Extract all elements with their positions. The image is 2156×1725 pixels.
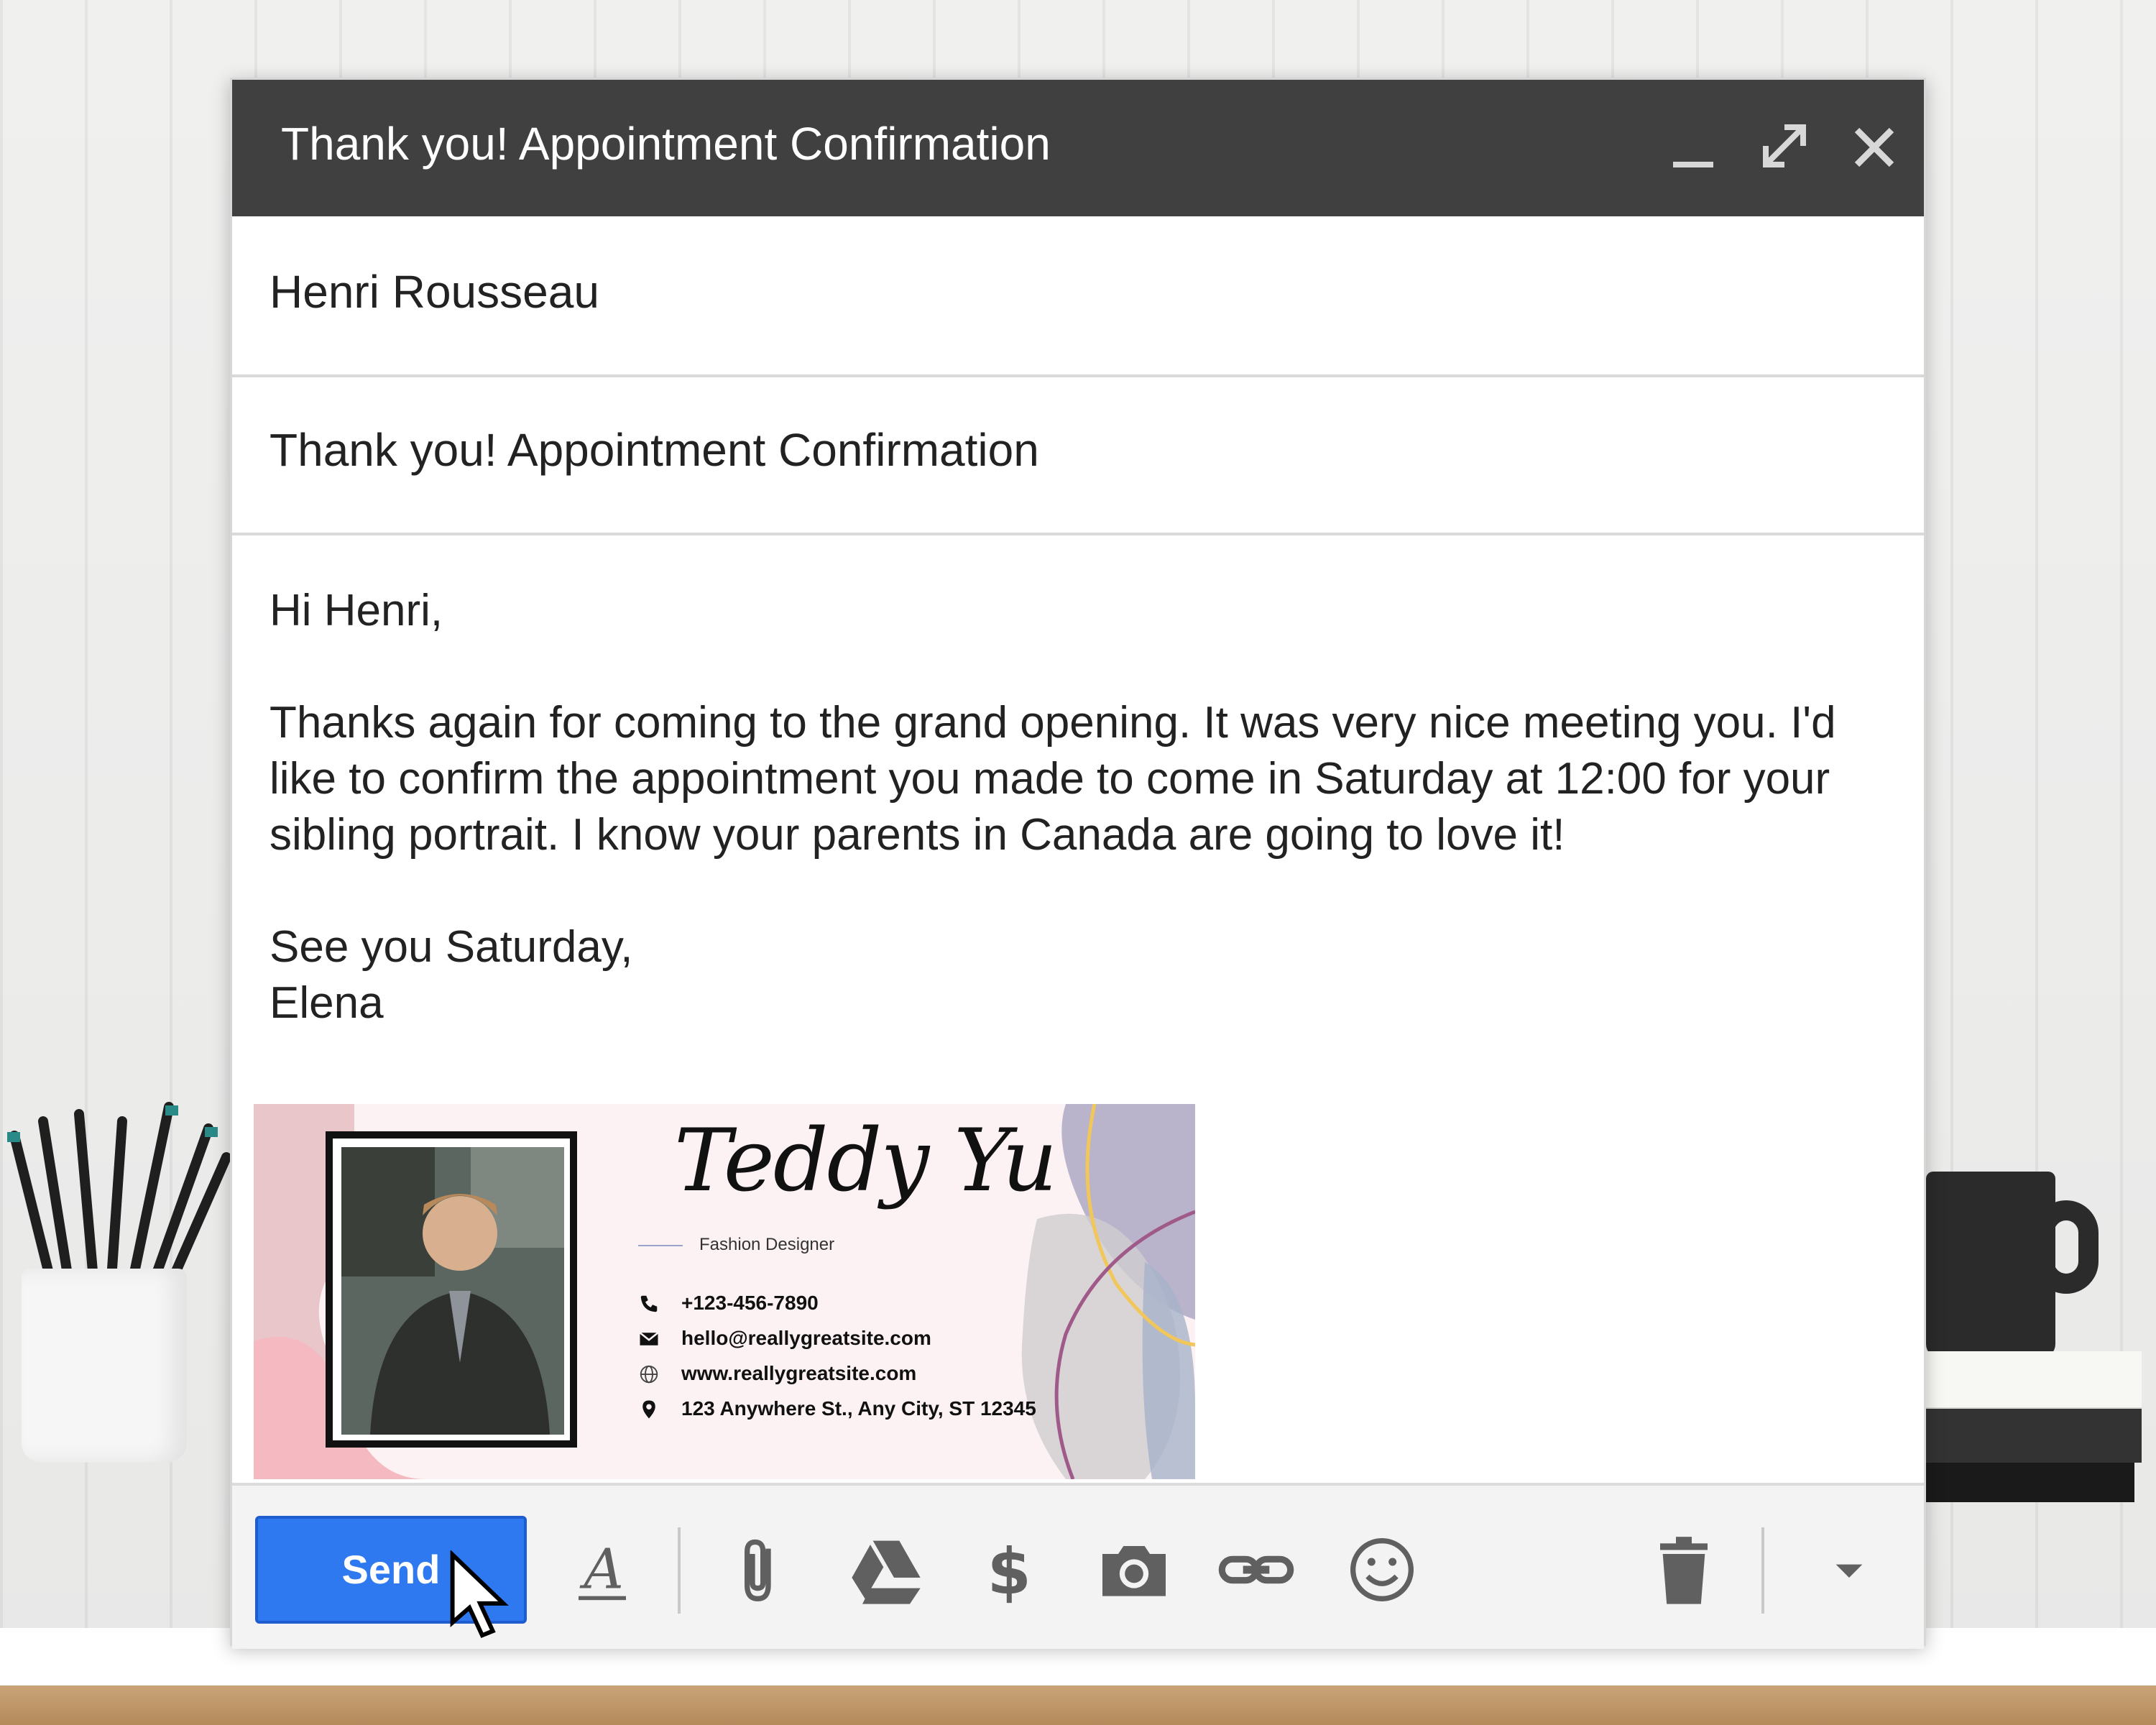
signature-address: 123 Anywhere St., Any City, ST 12345	[681, 1397, 1036, 1420]
drive-icon[interactable]	[847, 1530, 926, 1609]
recipient-value: Henri Rousseau	[270, 266, 599, 318]
signature-phone: +123-456-7890	[681, 1292, 819, 1314]
globe-icon	[640, 1365, 658, 1384]
subject-value: Thank you! Appointment Confirmation	[270, 424, 1039, 476]
signature-email[interactable]: hello@reallygreatsite.com	[681, 1327, 931, 1350]
toolbar-separator	[678, 1527, 681, 1614]
camera-icon[interactable]	[1095, 1530, 1174, 1609]
compose-window: Thank you! Appointment Confirmation Henr…	[230, 78, 1926, 1649]
profile-photo	[341, 1147, 564, 1435]
profile-photo-frame	[326, 1131, 577, 1448]
signature-name: Teddy Yu	[674, 1111, 1057, 1211]
compose-title: Thank you! Appointment Confirmation	[281, 118, 1051, 170]
message-paragraph: Thanks again for coming to the grand ope…	[270, 698, 1836, 860]
svg-text:$: $	[987, 1535, 1031, 1609]
coffee-mug	[1926, 1172, 2055, 1358]
signature-website[interactable]: www.reallygreatsite.com	[681, 1362, 916, 1385]
toolbar-separator	[1761, 1527, 1764, 1614]
subject-field[interactable]: Thank you! Appointment Confirmation	[232, 374, 1924, 535]
envelope-icon	[639, 1332, 659, 1346]
pencils-decoration	[7, 1102, 230, 1284]
trash-icon[interactable]	[1644, 1530, 1723, 1609]
emoji-icon[interactable]	[1342, 1530, 1422, 1609]
notebook-stack	[1926, 1351, 2142, 1506]
expand-icon[interactable]	[1756, 114, 1813, 180]
format-text-icon[interactable]: A	[563, 1530, 642, 1609]
pencil-cup	[22, 1269, 187, 1463]
email-signature: Teddy Yu Fashion Designer +123-456-7890 …	[254, 1104, 1195, 1479]
dollar-icon[interactable]: $	[969, 1530, 1048, 1609]
attach-icon[interactable]	[721, 1530, 800, 1609]
location-pin-icon	[642, 1400, 655, 1419]
message-body[interactable]: Hi Henri, Thanks again for coming to the…	[270, 583, 1886, 1031]
close-icon[interactable]	[1846, 114, 1903, 180]
phone-icon	[640, 1295, 658, 1312]
compose-toolbar: Send A $	[232, 1483, 1924, 1649]
greeting-text: Hi Henri,	[270, 586, 443, 635]
minimize-icon[interactable]	[1666, 114, 1723, 180]
recipient-field[interactable]: Henri Rousseau	[232, 216, 1924, 377]
more-options-icon[interactable]	[1810, 1530, 1889, 1609]
sender-name: Elena	[270, 978, 384, 1028]
role-divider	[638, 1245, 683, 1246]
closing-text: See you Saturday,	[270, 922, 633, 972]
signature-role: Fashion Designer	[699, 1235, 835, 1254]
desk-edge	[0, 1685, 2156, 1725]
mouse-pointer-icon	[450, 1550, 509, 1638]
compose-titlebar: Thank you! Appointment Confirmation	[232, 80, 1924, 216]
link-icon[interactable]	[1217, 1530, 1296, 1609]
svg-text:A: A	[579, 1538, 624, 1602]
